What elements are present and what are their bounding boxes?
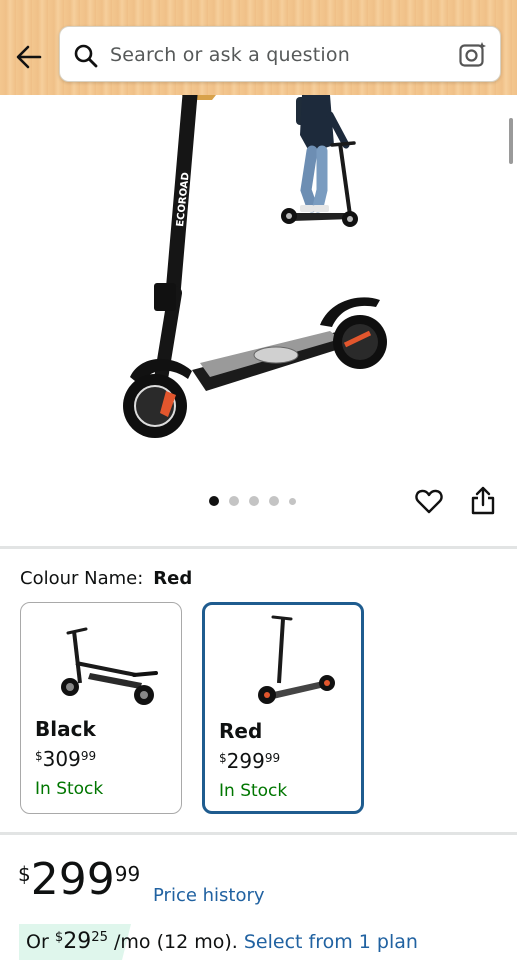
swatch-name: Black [35,717,96,741]
swatch-price-cents: 99 [80,749,97,763]
financing-amount: $2925 [55,929,108,954]
swatch-price-cents: 99 [264,751,281,765]
image-pagination-dots [209,494,296,508]
swatch-price-whole: 299 [226,749,265,773]
swatch-price: $29999 [219,749,280,773]
wishlist-button[interactable] [414,486,444,516]
section-divider [0,832,517,835]
heart-icon [415,489,443,514]
section-divider [0,546,517,549]
financing-prefix: Or [26,931,55,953]
swatch-currency: $ [35,749,43,763]
swatch-price: $30999 [35,747,96,771]
colour-option-red[interactable]: Red $29999 In Stock [202,602,364,814]
product-image[interactable]: ECOROAD [0,87,517,455]
header-bar: Search or ask a question [0,0,517,95]
share-icon [471,486,495,515]
rider-illustration [281,95,358,227]
financing-suffix: /mo (12 mo). [107,931,244,953]
search-icon [74,44,98,68]
financing-currency: $ [54,930,64,945]
search-input[interactable]: Search or ask a question [59,26,501,82]
swatch-stock-status: In Stock [35,779,104,799]
swatch-price-whole: 309 [42,747,81,771]
camera-search-icon[interactable] [458,40,488,70]
select-plan-link[interactable]: Select from 1 plan [244,931,418,953]
pagination-dot[interactable] [269,496,279,506]
financing-cents: 25 [91,930,108,945]
main-price: $29999 [18,858,140,902]
financing-line: Or $2925 /mo (12 mo). Select from 1 plan [26,929,418,954]
price-cents: 99 [114,862,141,886]
pagination-dot[interactable] [289,497,296,505]
red-scooter-thumbnail [258,615,335,704]
back-arrow-icon [16,45,42,69]
colour-label-text: Colour Name: [20,568,144,589]
back-button[interactable] [12,40,46,74]
price-currency: $ [18,862,31,886]
pagination-dot[interactable] [229,496,239,506]
price-history-link[interactable]: Price history [153,885,265,906]
colour-name-label: Colour Name: Red [20,568,192,589]
price-whole: 299 [30,854,115,905]
financing-whole: 29 [63,929,92,954]
share-button[interactable] [469,484,497,516]
black-scooter-thumbnail [61,627,158,705]
colour-option-black[interactable]: Black $30999 In Stock [20,602,182,814]
swatch-name: Red [219,719,263,743]
pagination-dot[interactable] [249,496,259,506]
swatch-stock-status: In Stock [219,781,288,801]
pagination-dot[interactable] [209,496,219,506]
image-scrollbar[interactable] [509,118,513,164]
selected-colour-value: Red [153,568,193,589]
swatch-currency: $ [219,751,227,765]
search-placeholder: Search or ask a question [110,44,350,66]
